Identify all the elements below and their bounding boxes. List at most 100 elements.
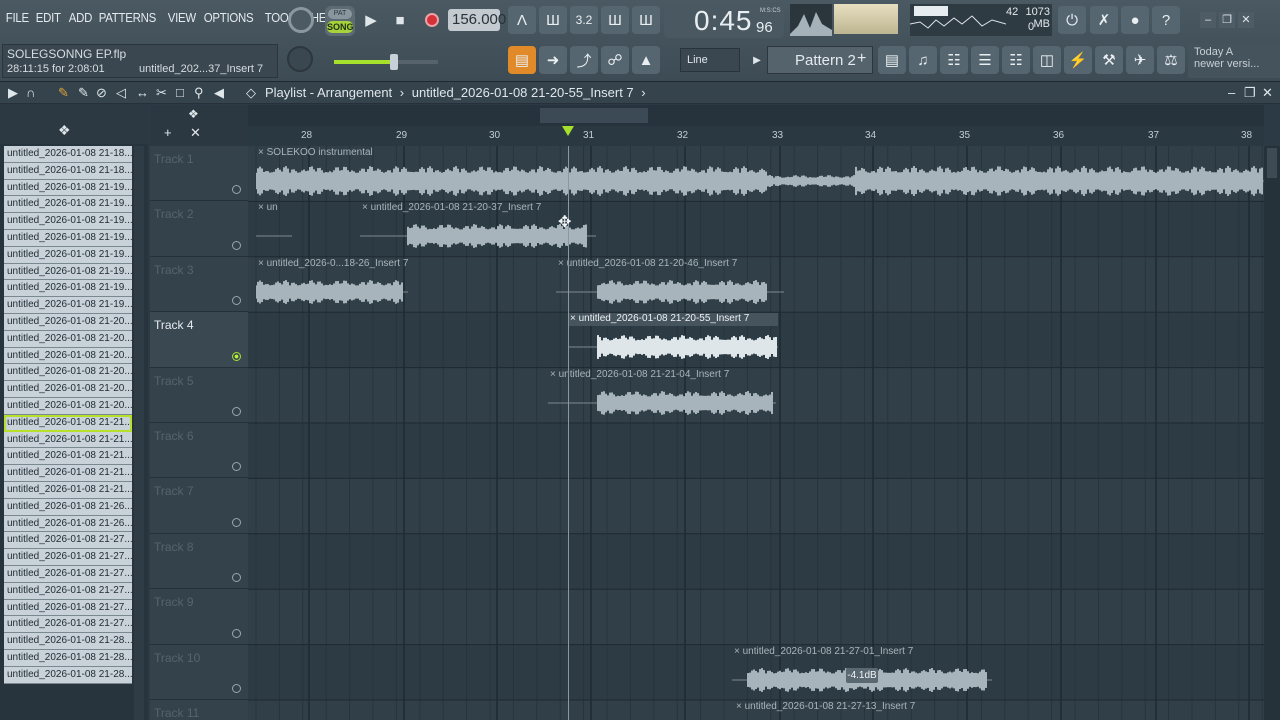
browser-item[interactable]: untitled_2026-01-08 21-27...: [4, 549, 132, 566]
browser-item[interactable]: untitled_2026-01-08 21-19...: [4, 280, 132, 298]
minimize-button[interactable]: –: [1200, 12, 1216, 28]
close-track-icon[interactable]: ✕: [190, 125, 201, 141]
track-mute-led[interactable]: [232, 573, 241, 583]
browser-item[interactable]: untitled_2026-01-08 21-27...: [4, 599, 132, 617]
track-mute-led[interactable]: [232, 628, 241, 638]
playlist-options-icon[interactable]: ▶: [8, 85, 18, 101]
audio-clip[interactable]: × untitled_2026-01-08 21-27-13_Insert 7: [734, 701, 994, 720]
maximize-button[interactable]: ❐: [1219, 12, 1235, 28]
step-edit-button[interactable]: Ш: [601, 6, 629, 34]
browser-item[interactable]: untitled_2026-01-08 21-26...: [4, 498, 132, 516]
browser-item[interactable]: untitled_2026-01-08 21-21...: [4, 414, 132, 432]
store-button[interactable]: ⚖: [1157, 46, 1185, 74]
snap-select[interactable]: Line: [680, 48, 740, 72]
time-ruler[interactable]: 28 29 30 31 32 33 34 35 36 37 38: [248, 126, 1264, 146]
audio-clip[interactable]: × untitled_2026-01-08 21-20-46_Insert 7: [556, 258, 784, 313]
play-button[interactable]: ▶: [357, 6, 385, 34]
menu-file[interactable]: FILE: [4, 10, 31, 25]
scroll-thumb[interactable]: [1267, 148, 1277, 178]
track-mute-led[interactable]: [232, 683, 241, 693]
track-header[interactable]: Track 4: [150, 312, 248, 368]
song-position-display[interactable]: 0:45 M:S:CS 96: [664, 4, 784, 38]
link-button[interactable]: ☍: [601, 46, 629, 74]
browser-item[interactable]: untitled_2026-01-08 21-19...: [4, 246, 132, 264]
loop-record-button[interactable]: Ш: [632, 6, 660, 34]
slider-handle[interactable]: [390, 54, 398, 70]
browser-item[interactable]: untitled_2026-01-08 21-27...: [4, 565, 132, 583]
grid-vertical-scrollbar[interactable]: [1264, 146, 1280, 720]
track-mute-led[interactable]: [232, 406, 241, 416]
menu-add[interactable]: ADD: [67, 10, 94, 25]
patcher-button[interactable]: ☷: [1002, 46, 1030, 74]
audio-input-button[interactable]: ●: [1121, 6, 1149, 34]
browser-item[interactable]: untitled_2026-01-08 21-28...: [4, 649, 132, 667]
browser-item[interactable]: untitled_2026-01-08 21-20...: [4, 330, 132, 348]
playlist-maximize-icon[interactable]: ❐: [1244, 85, 1256, 101]
menu-view[interactable]: VIEW: [166, 10, 198, 25]
track-mute-led[interactable]: [232, 296, 241, 306]
browser-nav-icon[interactable]: ❖: [58, 122, 71, 139]
playlist-close-icon[interactable]: ✕: [1262, 85, 1273, 101]
browser-item[interactable]: untitled_2026-01-08 21-20...: [4, 347, 132, 365]
browser-item[interactable]: untitled_2026-01-08 21-19...: [4, 229, 132, 247]
tools-button[interactable]: ✗: [1090, 6, 1118, 34]
tempo-display[interactable]: 156.000: [448, 9, 506, 31]
track-mute-led[interactable]: [232, 351, 241, 361]
pattern-prev-button[interactable]: ▶: [750, 50, 764, 72]
blend-button[interactable]: ⤴: [570, 46, 598, 74]
news-panel[interactable]: Today A newer versi...: [1188, 44, 1280, 78]
track-header[interactable]: Track 10: [150, 644, 248, 700]
add-track-icon[interactable]: +: [164, 125, 172, 140]
track-header[interactable]: Track 9: [150, 589, 248, 645]
online-button[interactable]: ✈: [1126, 46, 1154, 74]
master-pitch-slider[interactable]: [334, 54, 438, 70]
browser-item[interactable]: untitled_2026-01-08 21-18...: [4, 146, 132, 163]
browser-item[interactable]: untitled_2026-01-08 21-27...: [4, 582, 132, 600]
magnet-icon[interactable]: ∩: [26, 85, 35, 100]
browser-item[interactable]: untitled_2026-01-08 21-20...: [4, 381, 132, 398]
delete-icon[interactable]: ⊘: [96, 85, 107, 101]
browser-item[interactable]: untitled_2026-01-08 21-19...: [4, 297, 132, 314]
pitch-knob[interactable]: [287, 46, 313, 72]
track-header[interactable]: Track 11: [150, 700, 248, 720]
browser-item[interactable]: untitled_2026-01-08 21-19...: [4, 179, 132, 197]
stop-button[interactable]: ■: [386, 6, 414, 34]
playlist-overview[interactable]: [248, 105, 1264, 126]
menu-patterns[interactable]: PATTERNS: [97, 10, 158, 25]
piano-roll-button[interactable]: ♫: [909, 46, 937, 74]
playlist-minimize-icon[interactable]: –: [1228, 85, 1235, 100]
record-button[interactable]: [418, 6, 446, 34]
typing-keyboard-button[interactable]: ▤: [508, 46, 536, 74]
audio-clip[interactable]: × untitled_2026-01-08 21-21-04_Insert 7: [548, 369, 776, 424]
track-header[interactable]: Track 8: [150, 533, 248, 590]
track-header[interactable]: Track 7: [150, 478, 248, 534]
browser-button[interactable]: ◫: [1033, 46, 1061, 74]
track-header[interactable]: Track 2: [150, 201, 248, 257]
audio-clip[interactable]: × un: [256, 202, 292, 257]
plugin-database-button[interactable]: ⚡: [1064, 46, 1092, 74]
browser-item[interactable]: untitled_2026-01-08 21-28...: [4, 633, 132, 650]
track-header[interactable]: Track 5: [150, 367, 248, 423]
track-header[interactable]: Track 3: [150, 256, 248, 313]
pattern-song-toggle[interactable]: PAT SONG: [325, 6, 355, 36]
channel-rack-button[interactable]: ☷: [940, 46, 968, 74]
browser-item[interactable]: untitled_2026-01-08 21-27...: [4, 616, 132, 634]
track-mute-led[interactable]: [232, 517, 241, 527]
playback-icon[interactable]: ◀: [214, 85, 224, 101]
track-header[interactable]: Track 6: [150, 423, 248, 479]
tools-menu-button[interactable]: ⚒: [1095, 46, 1123, 74]
browser-item[interactable]: untitled_2026-01-08 21-20...: [4, 364, 132, 382]
arrangement-icon[interactable]: ◇: [246, 85, 256, 101]
browser-item[interactable]: untitled_2026-01-08 21-19...: [4, 196, 132, 214]
browser-item[interactable]: untitled_2026-01-08 21-21...: [4, 465, 132, 482]
mixer-button[interactable]: ☰: [971, 46, 999, 74]
select-icon[interactable]: □: [176, 85, 184, 100]
track-mute-led[interactable]: [232, 462, 241, 472]
overview-thumb[interactable]: [540, 108, 648, 123]
menu-options[interactable]: OPTIONS: [202, 10, 255, 25]
metronome-button[interactable]: Λ: [508, 6, 536, 34]
browser-item[interactable]: untitled_2026-01-08 21-21...: [4, 448, 132, 466]
browser-item[interactable]: untitled_2026-01-08 21-21...: [4, 481, 132, 499]
playhead-marker[interactable]: [562, 126, 574, 136]
snap-button[interactable]: ➜: [539, 46, 567, 74]
